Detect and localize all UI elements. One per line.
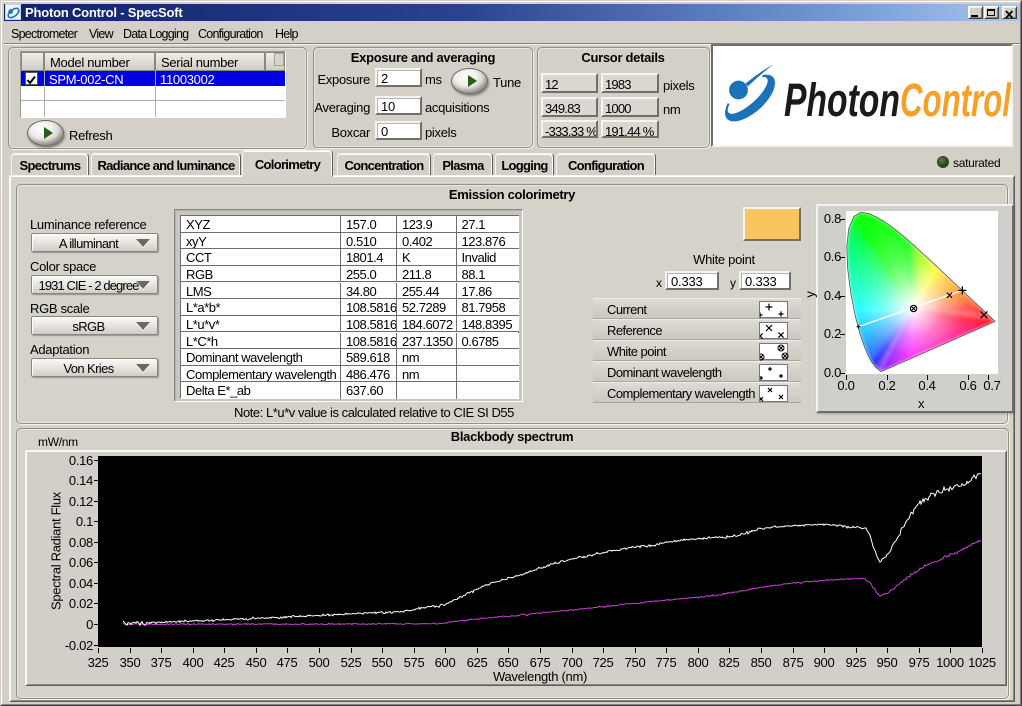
svg-text:Photon: Photon bbox=[784, 73, 900, 126]
svg-text:Control: Control bbox=[900, 73, 1011, 126]
